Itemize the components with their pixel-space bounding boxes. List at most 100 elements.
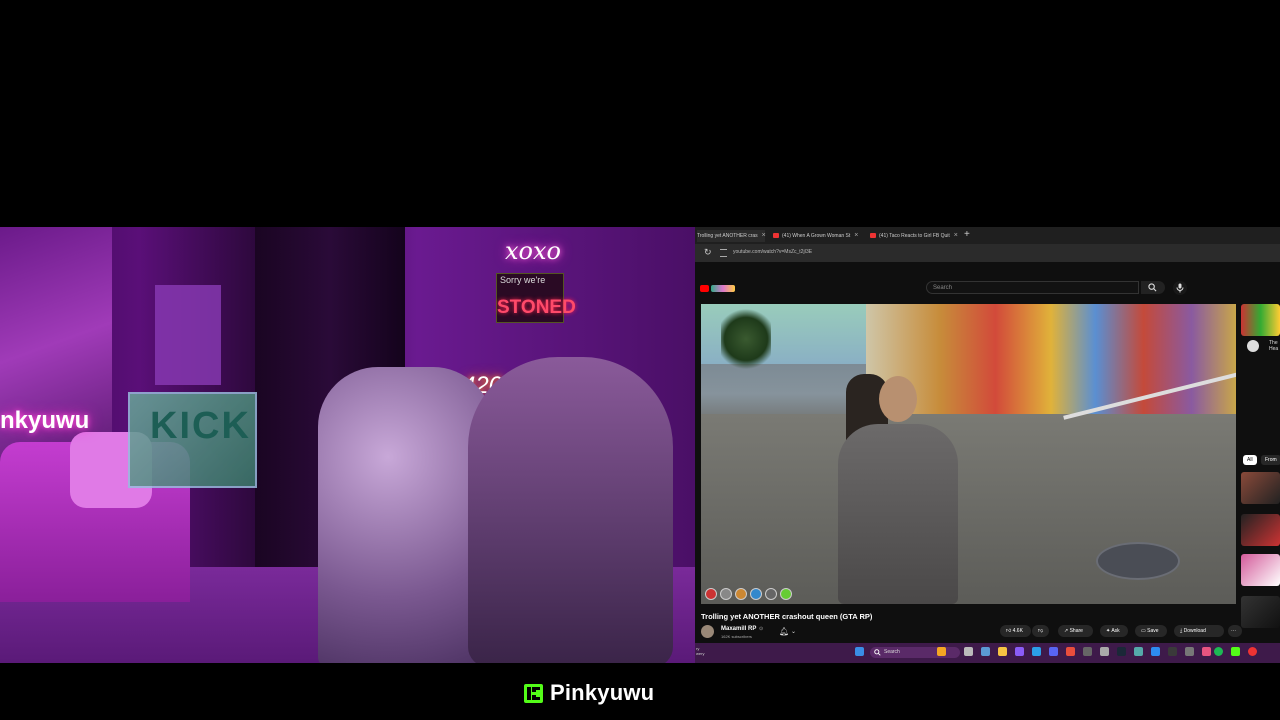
browser-window: Trolling yet ANOTHER cras × (41) When A G…	[695, 227, 1280, 663]
tab-bar: Trolling yet ANOTHER cras × (41) When A G…	[695, 227, 1280, 244]
more-actions-button[interactable]: ···	[1228, 625, 1242, 637]
download-button[interactable]: ⤓ Download	[1174, 625, 1224, 637]
dislike-button[interactable]: 👎︎	[1032, 625, 1049, 637]
kick-logo-icon	[524, 683, 543, 703]
game-palm-tree	[721, 304, 771, 374]
streamer-branding: Pinkyuwu	[524, 679, 654, 707]
browser-tab[interactable]: (41) Taco Reacts to Girl FB Quit ×	[870, 230, 960, 242]
chip-from[interactable]: From	[1261, 455, 1280, 465]
file-explorer-icon[interactable]	[998, 647, 1007, 656]
sidebar-ad-text[interactable]: The Hea	[1269, 340, 1280, 352]
app-icon[interactable]	[1248, 647, 1257, 656]
video-title: Trolling yet ANOTHER crashout queen (GTA…	[701, 612, 873, 621]
taskbar-widget-icon[interactable]	[937, 647, 946, 656]
close-icon[interactable]: ×	[762, 232, 766, 239]
tab-label: (41) Taco Reacts to Girl FB Quit	[879, 233, 950, 239]
new-tab-button[interactable]: +	[964, 229, 970, 240]
close-icon[interactable]: ×	[854, 232, 858, 239]
edge-icon[interactable]	[1032, 647, 1041, 656]
search-input[interactable]: Search	[926, 281, 1139, 294]
search-icon	[874, 649, 881, 656]
sidebar-video-thumbnail[interactable]	[1241, 472, 1280, 504]
obs-icon[interactable]	[1168, 647, 1177, 656]
game-manhole	[1096, 542, 1180, 580]
streamer-name: Pinkyuwu	[550, 680, 655, 705]
sidebar-video-thumbnail[interactable]	[1241, 596, 1280, 628]
address-bar: ↻ youtube.com/watch?v=MsZc_t2jI3E	[695, 244, 1280, 262]
save-label: Save	[1147, 628, 1159, 634]
browser-tab[interactable]: (41) When A Grown Woman St ×	[773, 230, 861, 242]
channel-avatar[interactable]	[701, 625, 714, 638]
webcam-feed: KICK nkyuwu xoxo Sorry we're STONED 420	[0, 227, 695, 663]
windows-taskbar: ry wery Search	[695, 643, 1280, 663]
app-icon[interactable]	[1134, 647, 1143, 656]
game-player-character	[838, 424, 958, 604]
sidebar-video-thumbnail[interactable]	[1241, 554, 1280, 586]
reload-icon[interactable]: ↻	[704, 247, 712, 258]
app-icon[interactable]	[1151, 647, 1160, 656]
sidebar-video-thumbnail[interactable]	[1241, 514, 1280, 546]
voice-search-button[interactable]	[1173, 281, 1187, 295]
search-button[interactable]	[1141, 281, 1165, 294]
spotify-icon[interactable]	[1214, 647, 1223, 656]
youtube-header: Search	[695, 279, 1280, 299]
app-icon[interactable]	[1083, 647, 1092, 656]
tab-label: Trolling yet ANOTHER cras	[697, 233, 758, 239]
save-button[interactable]: ▭ Save	[1135, 625, 1167, 637]
ask-button[interactable]: ✦ Ask	[1100, 625, 1128, 637]
chip-all[interactable]: All	[1243, 455, 1257, 465]
app-icon[interactable]	[1185, 647, 1194, 656]
url-text[interactable]: youtube.com/watch?v=MsZc_t2jI3E	[733, 249, 812, 255]
task-view-icon[interactable]	[964, 647, 973, 656]
browser-tab[interactable]: Trolling yet ANOTHER cras ×	[697, 230, 766, 242]
youtube-tab-icon	[870, 233, 876, 239]
tab-label: (41) When A Grown Woman St	[782, 233, 851, 239]
share-button[interactable]: ↗ Share	[1058, 625, 1093, 637]
hud-hunger-icon	[735, 588, 747, 600]
download-label: Download	[1183, 628, 1206, 634]
hud-stress-icon	[765, 588, 777, 600]
chevron-down-icon[interactable]: ⌄	[791, 628, 796, 635]
app-icon[interactable]	[981, 647, 990, 656]
person-long-hair	[468, 357, 673, 663]
sidebar-ad-avatar	[1247, 340, 1259, 352]
game-mural-wall	[866, 304, 1236, 414]
microphone-icon	[1176, 283, 1184, 293]
chrome-icon[interactable]	[1066, 647, 1075, 656]
discord-icon[interactable]	[1049, 647, 1058, 656]
verified-icon: ⊙	[759, 626, 764, 632]
app-icon[interactable]	[1100, 647, 1109, 656]
like-count: 4.6K	[1012, 628, 1023, 634]
taskbar-search-input[interactable]: Search	[870, 647, 960, 658]
app-icon[interactable]	[1015, 647, 1024, 656]
kick-sign-text: KICK	[150, 405, 251, 447]
hud-health-icon	[705, 588, 717, 600]
search-icon	[1148, 283, 1157, 292]
game-hud-icons	[705, 588, 792, 600]
person-with-hat	[318, 367, 493, 663]
close-icon[interactable]: ×	[954, 232, 958, 239]
channel-name[interactable]: Maxamill RP	[721, 626, 756, 632]
youtube-logo-icon[interactable]	[700, 285, 709, 292]
hud-voice-icon	[780, 588, 792, 600]
app-icon[interactable]	[1202, 647, 1211, 656]
ask-label: Ask	[1111, 628, 1120, 634]
like-button[interactable]: 👍︎ 4.6K	[1000, 625, 1031, 637]
site-info-icon[interactable]	[720, 249, 727, 257]
neon-xoxo-sign: xoxo	[505, 237, 561, 265]
start-icon[interactable]	[855, 647, 864, 656]
taskbar-weather-text: ry wery	[696, 646, 705, 656]
notification-bell-icon[interactable]: 🔔︎	[779, 627, 789, 636]
game-player-head	[879, 376, 917, 422]
subscriber-count: 162K subscribers	[721, 634, 752, 639]
kick-app-icon[interactable]	[1231, 647, 1240, 656]
recommendations-sidebar: The Hea All From	[1241, 304, 1280, 639]
hud-armor-icon	[720, 588, 732, 600]
youtube-doodle-icon[interactable]	[711, 285, 735, 292]
sidebar-ad-thumbnail[interactable]	[1241, 304, 1280, 336]
video-player[interactable]	[701, 304, 1236, 604]
steam-icon[interactable]	[1117, 647, 1126, 656]
neon-name-sign: nkyuwu	[0, 407, 90, 434]
wall-poster	[155, 285, 221, 385]
youtube-tab-icon	[773, 233, 779, 239]
